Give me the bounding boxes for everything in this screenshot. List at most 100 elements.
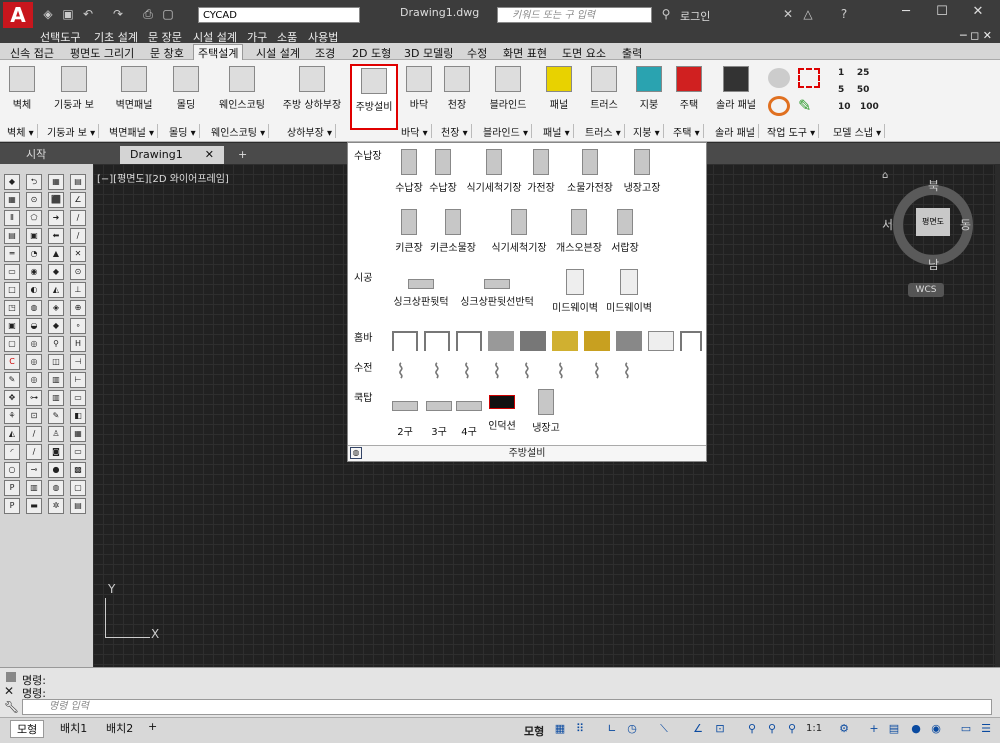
faucet-icon[interactable]: ⌇ bbox=[462, 359, 472, 383]
tool-icon[interactable]: ⚲ bbox=[48, 336, 64, 352]
tool-icon[interactable]: Ⅱ bbox=[4, 210, 20, 226]
item-4-burner[interactable]: 4구 bbox=[452, 395, 486, 438]
tool-icon[interactable]: ⊸ bbox=[26, 462, 42, 478]
customize-icon[interactable]: ☰ bbox=[978, 722, 994, 738]
tool-icon[interactable]: ◆ bbox=[48, 318, 64, 334]
tool-icon[interactable]: ⊕ bbox=[70, 300, 86, 316]
grip-icon[interactable] bbox=[6, 672, 16, 682]
tool-icon[interactable]: ▥ bbox=[26, 480, 42, 496]
tab-facility[interactable]: 시설 설계 bbox=[256, 45, 300, 61]
app-logo[interactable]: A bbox=[3, 2, 33, 28]
tool-icon[interactable]: ▭ bbox=[70, 390, 86, 406]
group-ceiling[interactable]: 천장 ▾ bbox=[438, 124, 472, 139]
roof-button[interactable]: 지붕 bbox=[632, 64, 666, 116]
tab-2d[interactable]: 2D 도형 bbox=[352, 45, 391, 61]
tool-icon[interactable]: ⊥ bbox=[70, 282, 86, 298]
tool-icon[interactable]: ◜ bbox=[4, 444, 20, 460]
plus-icon[interactable]: + bbox=[866, 722, 882, 738]
item-refrigerator[interactable]: 냉장고 bbox=[526, 389, 566, 434]
bar-icon[interactable] bbox=[616, 331, 642, 351]
tool-icon[interactable]: ◧ bbox=[70, 408, 86, 424]
table-icon[interactable] bbox=[392, 331, 418, 351]
annotation-visibility-icon[interactable]: ⚲ bbox=[764, 722, 780, 738]
a360-icon[interactable]: △ bbox=[800, 6, 816, 22]
angle-icon[interactable]: ∠ bbox=[690, 722, 706, 738]
faucet-items[interactable]: ⌇ ⌇ ⌇ ⌇ ⌇ ⌇ ⌇ ⌇ bbox=[396, 359, 646, 385]
tool-icon[interactable]: ◍ bbox=[48, 480, 64, 496]
new-icon[interactable]: ◈ bbox=[40, 6, 56, 22]
otrack-icon[interactable]: ⊡ bbox=[712, 722, 728, 738]
mdi-controls[interactable]: ─ ◻ ✕ bbox=[960, 29, 992, 42]
viewcube-south[interactable]: 남 bbox=[928, 256, 939, 273]
tool-icon[interactable]: ▤ bbox=[4, 228, 20, 244]
hardware-icon[interactable]: ● bbox=[908, 722, 924, 738]
scale-select[interactable]: 1:1 bbox=[806, 723, 822, 734]
tool-icon[interactable]: ⊣ bbox=[70, 354, 86, 370]
wainscoting-button[interactable]: 웨인스코팅 bbox=[212, 64, 272, 116]
command-input[interactable]: 명령 입력 bbox=[22, 699, 992, 715]
tool-icon[interactable]: ◈ bbox=[48, 300, 64, 316]
tool-icon[interactable]: ∘ bbox=[70, 318, 86, 334]
item-appliance-cabinet[interactable]: 가전장 bbox=[518, 149, 564, 194]
tool-icon[interactable]: ▣ bbox=[4, 318, 20, 334]
viewcube-north[interactable]: 북 bbox=[928, 177, 939, 194]
molding-button[interactable]: 몰딩 bbox=[166, 64, 206, 116]
item-storage-2[interactable]: 수납장 bbox=[420, 149, 466, 194]
tab-doors[interactable]: 문 창호 bbox=[150, 45, 184, 61]
tool-icon[interactable]: ◭ bbox=[48, 282, 64, 298]
tool-icon[interactable]: ✥ bbox=[4, 390, 20, 406]
print-icon[interactable]: ⎙ bbox=[140, 6, 156, 22]
wcs-menu[interactable]: WCS bbox=[908, 283, 944, 297]
bar-icon[interactable] bbox=[488, 331, 514, 351]
tool-icon[interactable]: P bbox=[4, 498, 20, 514]
close-button[interactable]: ✕ bbox=[966, 4, 990, 22]
bar-icon[interactable] bbox=[552, 331, 578, 351]
faucet-icon[interactable]: ⌇ bbox=[432, 359, 442, 383]
tool-icon[interactable]: ▤ bbox=[70, 174, 86, 190]
tool-icon[interactable]: ∕ bbox=[70, 228, 86, 244]
item-midway-wall[interactable]: 미드웨이벽 bbox=[548, 269, 602, 314]
clean-screen-icon[interactable]: ▭ bbox=[958, 722, 974, 738]
tool-icon[interactable]: ◫ bbox=[48, 354, 64, 370]
house-button[interactable]: 주택 bbox=[672, 64, 706, 116]
close-icon[interactable]: ✕ bbox=[205, 146, 214, 164]
model-space-toggle[interactable]: 모형 bbox=[524, 723, 544, 739]
tool-icon[interactable]: ▢ bbox=[4, 336, 20, 352]
tab-quick-access[interactable]: 신속 접근 bbox=[10, 45, 54, 61]
truss-button[interactable]: 트러스 bbox=[584, 64, 624, 116]
tab-3d[interactable]: 3D 모델링 bbox=[404, 45, 453, 61]
tool-icon[interactable]: ▥ bbox=[48, 372, 64, 388]
tool-icon[interactable]: ◆ bbox=[48, 264, 64, 280]
tool-icon[interactable]: ▥ bbox=[48, 390, 64, 406]
group-wainscoting[interactable]: 웨인스코팅 ▾ bbox=[208, 124, 270, 139]
tool-icon[interactable]: ∕ bbox=[26, 426, 42, 442]
tool-icon[interactable]: ▩ bbox=[70, 462, 86, 478]
bar-icon[interactable] bbox=[584, 331, 610, 351]
floor-button[interactable]: 바닥 bbox=[402, 64, 436, 116]
item-dishwasher-cabinet[interactable]: 식기세척기장 bbox=[464, 149, 524, 194]
layout-tab-2[interactable]: 배치2 bbox=[100, 720, 139, 736]
work-tools[interactable]: ✎ bbox=[768, 68, 824, 120]
keyword-search-input[interactable]: 키워드 또는 구 입력 bbox=[497, 7, 652, 23]
item-3-burner[interactable]: 3구 bbox=[422, 395, 456, 438]
faucet-icon[interactable]: ⌇ bbox=[492, 359, 502, 383]
item-tall-small-cabinet[interactable]: 키큰소물장 bbox=[426, 209, 480, 254]
group-cabinet[interactable]: 상하부장 ▾ bbox=[284, 124, 336, 139]
polar-icon[interactable]: ◷ bbox=[624, 722, 640, 738]
tool-icon[interactable]: ∕ bbox=[26, 444, 42, 460]
minimize-button[interactable]: ─ bbox=[894, 4, 918, 22]
open-icon[interactable]: ▢ bbox=[160, 6, 176, 22]
tab-floorplan[interactable]: 평면도 그리기 bbox=[70, 45, 134, 61]
tool-icon[interactable]: ▭ bbox=[4, 264, 20, 280]
tool-icon[interactable]: ◎ bbox=[26, 336, 42, 352]
annotation-icon[interactable]: ⚲ bbox=[744, 722, 760, 738]
add-layout-button[interactable]: + bbox=[142, 720, 163, 733]
bar-icon[interactable] bbox=[648, 331, 674, 351]
item-2-burner[interactable]: 2구 bbox=[388, 395, 422, 438]
tool-icon[interactable]: ∠ bbox=[70, 192, 86, 208]
binoculars-icon[interactable]: ⚲ bbox=[658, 6, 674, 22]
group-truss[interactable]: 트러스 ▾ bbox=[582, 124, 625, 139]
kitchen-cabinet-button[interactable]: 주방 상하부장 bbox=[278, 64, 346, 116]
redo-icon[interactable]: ↷ bbox=[110, 6, 126, 22]
new-tab-button[interactable]: + bbox=[228, 146, 257, 164]
